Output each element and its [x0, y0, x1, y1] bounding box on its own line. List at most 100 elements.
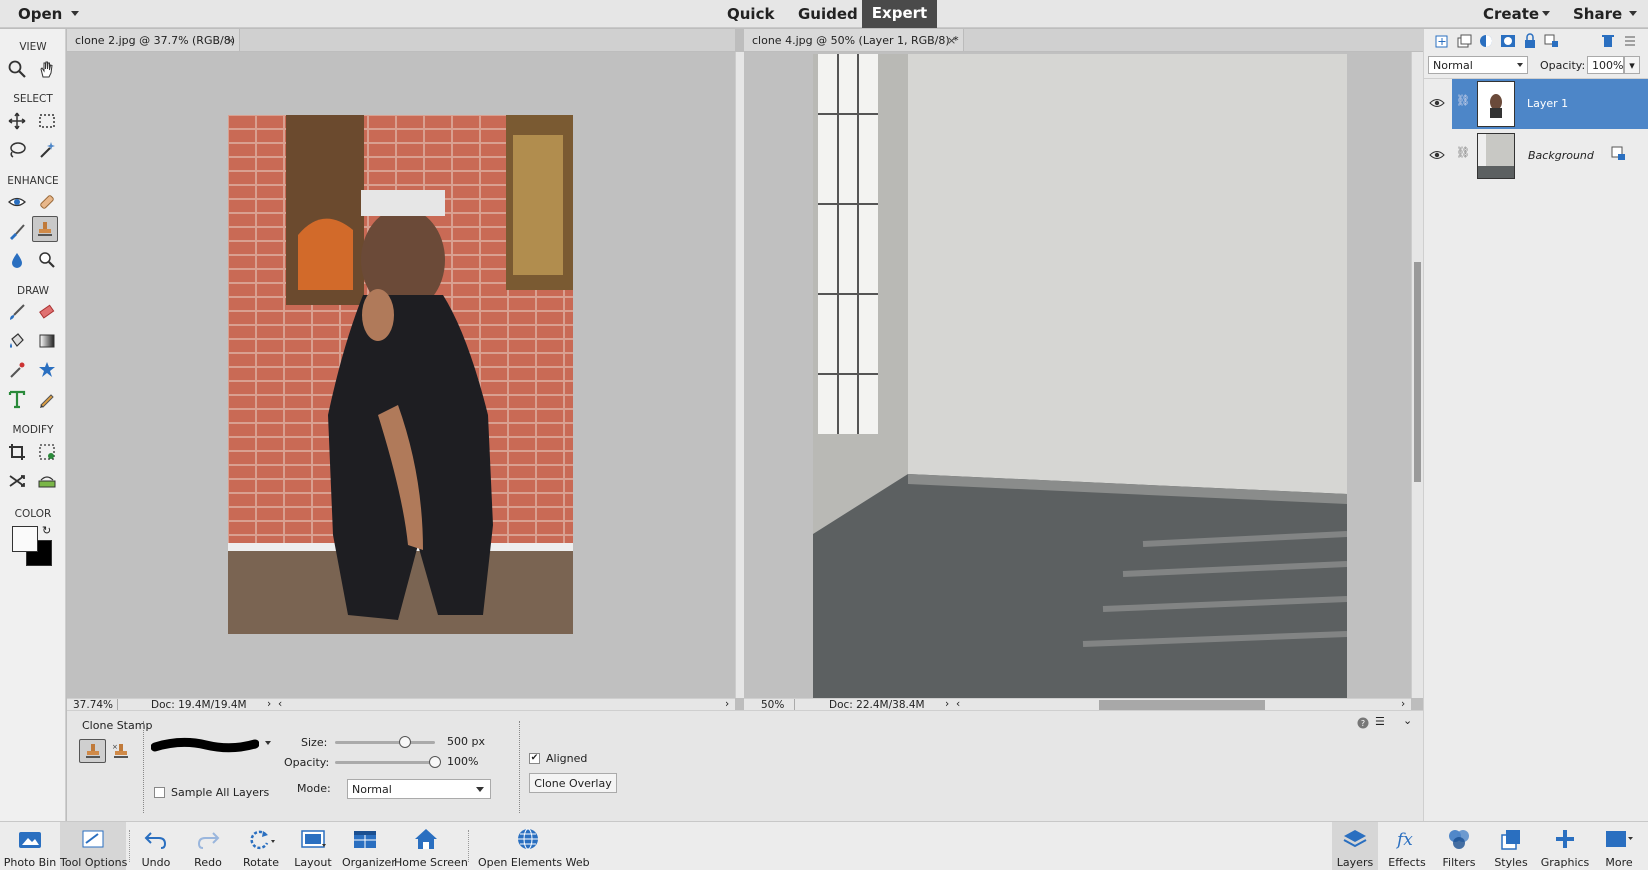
open-button[interactable]: Open	[18, 5, 62, 23]
open-elements-web-button[interactable]: Open Elements Web	[478, 822, 590, 870]
lasso-tool-icon[interactable]	[4, 137, 30, 163]
canvas-2-scroll-thumb[interactable]	[1414, 262, 1421, 482]
gradient-tool-icon[interactable]	[34, 328, 60, 354]
pattern-stamp-mode-icon[interactable]: ×	[109, 739, 133, 763]
layer-mask-icon[interactable]	[1500, 33, 1516, 49]
layer-name[interactable]: Layer 1	[1527, 97, 1568, 110]
layer-name[interactable]: Background	[1528, 149, 1594, 162]
size-value[interactable]: 500 px	[447, 735, 485, 748]
effects-panel-button[interactable]: fx Effects	[1384, 822, 1430, 870]
lock-all-icon[interactable]	[1522, 33, 1538, 49]
collapse-options-icon[interactable]: ⌄	[1403, 714, 1412, 727]
layer-link-icon[interactable]: ⛓	[1456, 146, 1470, 159]
aligned-checkbox[interactable]: ✔	[529, 753, 540, 764]
document-canvas-2[interactable]	[744, 52, 1411, 698]
redo-button[interactable]: Redo	[186, 822, 230, 870]
photo-bin-button[interactable]: Photo Bin	[0, 822, 60, 870]
crop-tool-icon[interactable]	[4, 439, 30, 465]
healing-brush-tool-icon[interactable]	[34, 189, 60, 215]
home-screen-button[interactable]: Home Screen	[394, 822, 468, 870]
options-menu-icon[interactable]: ☰	[1375, 715, 1385, 728]
content-aware-move-tool-icon[interactable]	[4, 468, 30, 494]
status-menu-1-icon[interactable]: ›	[267, 698, 271, 710]
mode-select[interactable]: Normal	[347, 779, 491, 799]
help-icon[interactable]: ?	[1357, 717, 1369, 732]
layer-row[interactable]: ⛓ Background	[1424, 131, 1648, 183]
mode-quick-tab[interactable]: Quick	[727, 5, 774, 23]
foreground-color-swatch[interactable]	[12, 526, 38, 552]
move-tool-icon[interactable]	[4, 108, 30, 134]
layers-panel-button[interactable]: Layers	[1332, 822, 1378, 870]
paint-bucket-tool-icon[interactable]	[4, 328, 30, 354]
close-tab-2-icon[interactable]: ×	[947, 34, 956, 47]
document-tab-1[interactable]: clone 2.jpg @ 37.7% (RGB/8)	[67, 29, 240, 51]
layer-opacity-dropdown-icon[interactable]: ▾	[1624, 56, 1640, 74]
brush-picker-dropdown-icon[interactable]	[265, 741, 271, 745]
lock-transparency-icon[interactable]	[1544, 33, 1560, 49]
sponge-tool-icon[interactable]	[34, 247, 60, 273]
blend-mode-select[interactable]: Normal	[1428, 56, 1528, 74]
more-panel-button[interactable]: More	[1596, 822, 1642, 870]
mode-expert-tab[interactable]: Expert	[862, 0, 937, 28]
share-dropdown-icon[interactable]	[1629, 11, 1637, 16]
swap-colors-icon[interactable]: ↻	[42, 524, 51, 537]
layout-button[interactable]: Layout	[290, 822, 336, 870]
opacity-value[interactable]: 100%	[447, 755, 478, 768]
layer-visibility-eye-icon[interactable]	[1429, 97, 1445, 109]
color-swatches[interactable]: ↻	[12, 524, 56, 570]
red-eye-tool-icon[interactable]	[4, 189, 30, 215]
rotate-button[interactable]: Rotate	[236, 822, 286, 870]
hand-tool-icon[interactable]	[34, 56, 60, 82]
recompose-tool-icon[interactable]	[34, 439, 60, 465]
size-slider-knob[interactable]	[399, 736, 411, 748]
eraser-tool-icon[interactable]	[34, 299, 60, 325]
scroll-left-1-icon[interactable]: ‹	[278, 698, 282, 710]
scroll-left-2-icon[interactable]: ‹	[956, 698, 960, 710]
new-group-icon[interactable]	[1456, 33, 1472, 49]
close-tab-1-icon[interactable]: ×	[226, 34, 235, 47]
canvas-2-vertical-scrollbar[interactable]	[1411, 52, 1423, 698]
smart-brush-tool-icon[interactable]	[4, 218, 30, 244]
layer-row[interactable]: ⛓ Layer 1	[1424, 79, 1648, 131]
document-canvas-1[interactable]	[67, 52, 735, 698]
canvas-1-vertical-scrollbar[interactable]	[735, 52, 744, 698]
scroll-right-1-icon[interactable]: ›	[725, 698, 729, 710]
zoom-tool-icon[interactable]	[4, 56, 30, 82]
panel-menu-icon[interactable]	[1622, 33, 1638, 49]
brush-tool-icon[interactable]	[4, 299, 30, 325]
undo-button[interactable]: Undo	[134, 822, 178, 870]
layer-opacity-field[interactable]: 100%	[1587, 56, 1624, 74]
layer-link-icon[interactable]: ⛓	[1456, 94, 1470, 107]
type-tool-icon[interactable]	[4, 386, 30, 412]
filters-panel-button[interactable]: Filters	[1436, 822, 1482, 870]
create-button[interactable]: Create	[1483, 5, 1539, 23]
clone-stamp-mode-icon[interactable]	[79, 739, 106, 763]
share-button[interactable]: Share	[1573, 5, 1622, 23]
blur-tool-icon[interactable]	[4, 247, 30, 273]
adjustment-layer-icon[interactable]	[1478, 33, 1494, 49]
size-slider[interactable]	[335, 736, 435, 748]
new-layer-icon[interactable]	[1434, 33, 1450, 49]
eyedropper-tool-icon[interactable]	[4, 357, 30, 383]
straighten-tool-icon[interactable]	[34, 468, 60, 494]
status-menu-2-icon[interactable]: ›	[945, 698, 949, 710]
magic-wand-tool-icon[interactable]	[34, 137, 60, 163]
clone-stamp-tool-icon[interactable]	[32, 216, 58, 242]
sample-all-layers-checkbox[interactable]	[154, 787, 165, 798]
mode-guided-tab[interactable]: Guided	[798, 5, 858, 23]
opacity-slider[interactable]	[335, 756, 441, 768]
canvas-2-horizontal-scroll-thumb[interactable]	[1099, 700, 1265, 710]
clone-overlay-button[interactable]: Clone Overlay	[529, 773, 617, 793]
tool-options-button[interactable]: Tool Options	[60, 822, 127, 870]
scroll-right-2-icon[interactable]: ›	[1401, 698, 1405, 710]
pencil-tool-icon[interactable]	[34, 386, 60, 412]
create-dropdown-icon[interactable]	[1542, 11, 1550, 16]
marquee-tool-icon[interactable]	[34, 108, 60, 134]
open-dropdown-icon[interactable]	[71, 11, 79, 16]
graphics-panel-button[interactable]: Graphics	[1540, 822, 1590, 870]
organizer-button[interactable]: Organizer	[342, 822, 396, 870]
styles-panel-button[interactable]: Styles	[1488, 822, 1534, 870]
layer-visibility-eye-icon[interactable]	[1429, 149, 1445, 161]
document-tab-2[interactable]: clone 4.jpg @ 50% (Layer 1, RGB/8) *	[744, 29, 964, 51]
delete-layer-icon[interactable]	[1600, 33, 1616, 49]
